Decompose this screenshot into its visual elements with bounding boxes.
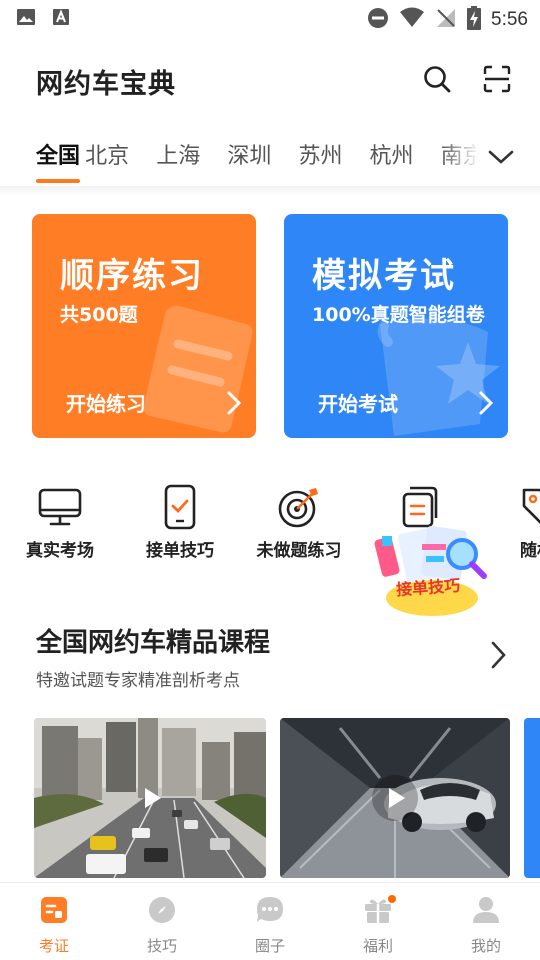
chevron-right-icon xyxy=(227,391,242,415)
city-more-button[interactable] xyxy=(484,140,518,174)
scan-button[interactable] xyxy=(480,62,514,96)
monitor-icon xyxy=(38,488,82,526)
tab-city-beijing[interactable]: 北京 xyxy=(85,138,129,170)
image-icon xyxy=(16,8,36,30)
phone-check-icon xyxy=(164,484,196,530)
course-video-thumbnail[interactable] xyxy=(280,718,510,878)
wifi-icon xyxy=(399,7,425,33)
entry-label: 未做题练习 xyxy=(256,541,342,561)
entry-label: 随机练习 xyxy=(520,541,540,561)
chevron-right-icon[interactable] xyxy=(484,640,514,670)
tab-city-national[interactable]: 全国 xyxy=(36,138,80,170)
entry-order-tips[interactable]: 接单技巧 xyxy=(125,478,235,568)
nav-label: 我的 xyxy=(470,937,501,955)
dnd-icon xyxy=(367,7,389,33)
tab-city-suzhou[interactable]: 苏州 xyxy=(298,138,342,170)
entry-unanswered-practice[interactable]: 未做题练习 xyxy=(244,478,354,568)
status-time: 5:56 xyxy=(491,9,528,30)
bottom-navigation: 考证 技巧 圈子 福利 我的 xyxy=(0,882,540,960)
tab-fade xyxy=(440,128,480,186)
tabs-divider xyxy=(0,186,540,196)
course-video-thumbnail[interactable] xyxy=(524,718,540,878)
card-title: 模拟考试 xyxy=(312,256,456,296)
nav-tips[interactable]: 技巧 xyxy=(108,883,216,960)
entry-real-exam-room[interactable]: 真实考场 xyxy=(5,478,115,568)
sequential-practice-card[interactable]: 顺序练习 共500题 开始练习 xyxy=(32,214,256,438)
nav-label: 考证 xyxy=(38,937,69,955)
start-exam-link[interactable]: 开始考试 xyxy=(318,388,398,417)
app-screen: 5:56 网约车宝典 全国 北京 上海 深圳 苏州 杭州 南京 广州 xyxy=(0,0,540,960)
card-subtitle: 共500题 xyxy=(60,304,138,326)
tab-city-shenzhen[interactable]: 深圳 xyxy=(227,138,271,170)
tag-icon xyxy=(522,488,540,524)
entry-label: 真实考场 xyxy=(26,541,94,561)
play-icon xyxy=(145,788,161,808)
nav-benefits[interactable]: 福利 xyxy=(324,883,432,960)
tab-city-shanghai[interactable]: 上海 xyxy=(156,138,200,170)
course-video-thumbnail[interactable] xyxy=(34,718,266,878)
app-header: 网约车宝典 xyxy=(0,36,540,120)
search-button[interactable] xyxy=(420,62,454,96)
entry-label: 接单技巧 xyxy=(146,541,214,561)
nav-label: 福利 xyxy=(362,937,393,955)
tab-city-hangzhou[interactable]: 杭州 xyxy=(370,138,414,170)
user-icon xyxy=(473,897,499,923)
nav-exam[interactable]: 考证 xyxy=(0,883,108,960)
card-title: 顺序练习 xyxy=(60,256,204,296)
compass-icon xyxy=(149,897,175,923)
nav-label: 技巧 xyxy=(146,937,177,955)
section-title: 全国网约车精品课程 xyxy=(36,628,271,658)
chevron-down-icon xyxy=(488,150,514,164)
active-tab-indicator xyxy=(36,179,80,183)
nav-mine[interactable]: 我的 xyxy=(432,883,540,960)
status-bar: 5:56 xyxy=(0,0,540,36)
promo-illustration-icon xyxy=(374,525,487,616)
notification-dot xyxy=(388,895,396,903)
nav-label: 圈子 xyxy=(254,937,285,955)
chevron-right-icon xyxy=(479,391,494,415)
mock-exam-card[interactable]: 模拟考试 100%真题智能组卷 开始考试 xyxy=(284,214,508,438)
search-icon xyxy=(424,66,451,93)
exam-card-icon xyxy=(41,897,67,923)
order-tips-promo[interactable]: 接单技巧 xyxy=(372,518,492,622)
battery-charging-icon xyxy=(467,6,482,34)
play-icon xyxy=(372,775,418,821)
scan-icon xyxy=(483,65,511,93)
entry-random-practice[interactable]: 随机练习 xyxy=(486,478,540,568)
city-tabs: 全国 北京 上海 深圳 苏州 杭州 南京 广州 xyxy=(0,128,540,186)
city-tab-track[interactable]: 全国 北京 上海 深圳 苏州 杭州 南京 广州 xyxy=(36,138,476,178)
card-subtitle: 100%真题智能组卷 xyxy=(312,304,485,326)
chat-bubble-icon xyxy=(257,897,283,922)
page-title: 网约车宝典 xyxy=(36,69,176,100)
nav-circle[interactable]: 圈子 xyxy=(216,883,324,960)
start-practice-link[interactable]: 开始练习 xyxy=(66,388,146,417)
no-signal-icon xyxy=(435,7,457,33)
target-icon xyxy=(278,488,318,528)
section-subtitle: 特邀试题专家精准剖析考点 xyxy=(36,671,240,691)
promo-label: 接单技巧 xyxy=(395,575,461,600)
a-letter-icon xyxy=(52,8,70,30)
